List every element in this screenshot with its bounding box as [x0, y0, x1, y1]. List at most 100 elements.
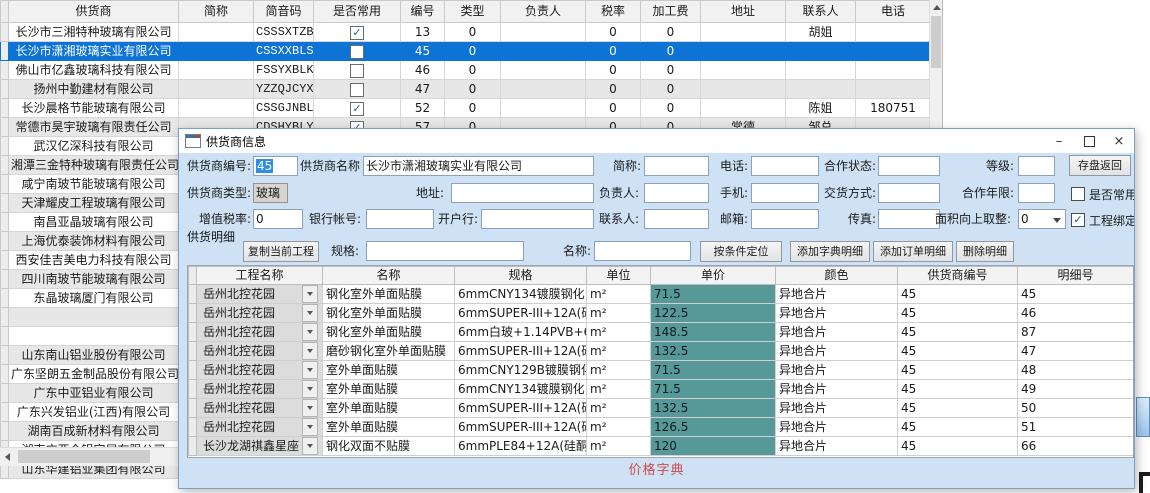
- supplier-name-cell[interactable]: [9, 327, 179, 346]
- scroll-left-icon[interactable]: [5, 453, 10, 461]
- name-filter-input[interactable]: [594, 241, 691, 261]
- row-header-cell[interactable]: [1, 384, 9, 403]
- name-cell[interactable]: 钢化室外单面贴膜: [323, 304, 455, 323]
- unit-cell[interactable]: m²: [587, 342, 651, 361]
- id-cell[interactable]: 46: [401, 61, 445, 80]
- row-header-cell[interactable]: [1, 365, 9, 384]
- manager-cell[interactable]: [501, 61, 586, 80]
- project-cell[interactable]: 岳州北控花园: [197, 285, 323, 304]
- supplier-name-cell[interactable]: [9, 308, 179, 327]
- row-header-cell[interactable]: [1, 289, 9, 308]
- detail-row-header-cell[interactable]: [189, 304, 197, 323]
- common-checkbox[interactable]: [350, 45, 364, 59]
- fee-cell[interactable]: 0: [641, 42, 701, 61]
- id-cell[interactable]: 52: [401, 99, 445, 118]
- row-header-cell[interactable]: [1, 270, 9, 289]
- name-cell[interactable]: 室外单面贴膜: [323, 399, 455, 418]
- row-header-cell[interactable]: [1, 403, 9, 422]
- code-cell[interactable]: CSSXXBLSY..: [254, 42, 314, 61]
- spec-cell[interactable]: 6mmSUPER-III+12A(硅...: [455, 418, 587, 437]
- supplier-row[interactable]: 长沙晨格节能玻璃有限公司 CSSGJNBLYXGS 52 0 0 0 陈姐 18…: [1, 99, 931, 118]
- phone-cell[interactable]: [856, 23, 931, 42]
- detail-no-cell[interactable]: 48: [1018, 361, 1134, 380]
- color-cell[interactable]: 异地合片: [776, 361, 898, 380]
- contact-cell[interactable]: [786, 61, 856, 80]
- supplier-no-cell[interactable]: 45: [898, 418, 1018, 437]
- supplier-name-cell[interactable]: 长沙市三湘特种玻璃有限公司: [9, 23, 179, 42]
- fee-cell[interactable]: 0: [641, 23, 701, 42]
- address-input[interactable]: [451, 183, 594, 203]
- detail-column-header[interactable]: 颜色: [776, 267, 898, 285]
- supplier-type-input[interactable]: 玻璃: [253, 183, 288, 203]
- common-checkbox[interactable]: [350, 102, 364, 116]
- mobile-input[interactable]: [751, 183, 819, 203]
- manager-cell[interactable]: [501, 80, 586, 99]
- detail-column-header[interactable]: 规格: [455, 267, 587, 285]
- row-header-cell[interactable]: [1, 251, 9, 270]
- spec-cell[interactable]: 6mmPLE84+12A(硅酮胶...: [455, 437, 587, 456]
- unit-price-cell[interactable]: 132.5: [651, 342, 776, 361]
- detail-row[interactable]: 长沙龙湖祺鑫星座 钢化双面不贴膜 6mmPLE84+12A(硅酮胶... m² …: [189, 437, 1134, 456]
- unit-cell[interactable]: m²: [587, 380, 651, 399]
- contact-cell[interactable]: [786, 80, 856, 99]
- contact-cell[interactable]: [786, 42, 856, 61]
- column-header[interactable]: 税率: [586, 1, 641, 23]
- id-cell[interactable]: 47: [401, 80, 445, 99]
- supplier-row[interactable]: 长沙市三湘特种玻璃有限公司 CSSSXTZBL.. 13 0 0 0 胡姐: [1, 23, 931, 42]
- detail-row-header-cell[interactable]: [189, 380, 197, 399]
- type-cell[interactable]: 0: [445, 61, 501, 80]
- save-return-button[interactable]: 存盘返回: [1069, 155, 1131, 176]
- detail-no-cell[interactable]: 45: [1018, 285, 1134, 304]
- supplier-no-cell[interactable]: 45: [898, 323, 1018, 342]
- abbr-cell[interactable]: [179, 99, 254, 118]
- supplier-name-cell[interactable]: 山东南山铝业股份有限公司: [9, 346, 179, 365]
- code-cell[interactable]: YZZQJCYXGS: [254, 80, 314, 99]
- supplier-name-cell[interactable]: 长沙晨格节能玻璃有限公司: [9, 99, 179, 118]
- project-bind-checkbox[interactable]: 工程绑定: [1071, 211, 1135, 229]
- supplier-name-cell[interactable]: 武汉亿深科技有限公司: [9, 137, 179, 156]
- common-cell[interactable]: [314, 80, 401, 99]
- project-cell[interactable]: 岳州北控花园: [197, 304, 323, 323]
- scroll-up-icon[interactable]: [933, 5, 941, 10]
- type-cell[interactable]: 0: [445, 99, 501, 118]
- detail-row-header-cell[interactable]: [189, 418, 197, 437]
- fee-cell[interactable]: 0: [641, 80, 701, 99]
- supplier-name-input[interactable]: 长沙市潇湘玻璃实业有限公司: [363, 156, 594, 176]
- copy-current-project-button[interactable]: 复制当前工程: [243, 241, 319, 262]
- detail-row[interactable]: 岳州北控花园 钢化室外单面贴膜 6mmCNY134镀膜钢化 m² 71.5 异地…: [189, 285, 1134, 304]
- coop-years-input[interactable]: [1018, 183, 1055, 203]
- detail-row-header-cell[interactable]: [189, 323, 197, 342]
- row-header-cell[interactable]: [1, 137, 9, 156]
- supplier-name-cell[interactable]: 广东中亚铝业有限公司: [9, 384, 179, 403]
- type-cell[interactable]: 0: [445, 23, 501, 42]
- project-combo-button[interactable]: [302, 361, 318, 379]
- detail-no-cell[interactable]: 51: [1018, 418, 1134, 437]
- color-cell[interactable]: 异地合片: [776, 437, 898, 456]
- abbr-cell[interactable]: [179, 42, 254, 61]
- spec-cell[interactable]: 6mm白玻+1.14PVB+6mm...: [455, 323, 587, 342]
- bank-account-input[interactable]: [366, 209, 434, 229]
- abbr-cell[interactable]: [179, 61, 254, 80]
- supplier-row[interactable]: 长沙市潇湘玻璃实业有限公司 CSSXXBLSY.. 45 0 0 0: [1, 42, 931, 61]
- supplier-no-input[interactable]: 45: [253, 156, 298, 176]
- row-header-cell[interactable]: [1, 327, 9, 346]
- common-checkbox[interactable]: [350, 83, 364, 97]
- supplier-name-cell[interactable]: 长沙市潇湘玻璃实业有限公司: [9, 42, 179, 61]
- row-header-cell[interactable]: [1, 232, 9, 251]
- unit-price-cell[interactable]: 71.5: [651, 285, 776, 304]
- supplier-no-cell[interactable]: 45: [898, 380, 1018, 399]
- abbr-input[interactable]: [644, 156, 709, 176]
- tax-cell[interactable]: 0: [586, 99, 641, 118]
- unit-price-cell[interactable]: 120: [651, 437, 776, 456]
- abbr-cell[interactable]: [179, 80, 254, 99]
- address-cell[interactable]: [701, 99, 786, 118]
- unit-cell[interactable]: m²: [587, 361, 651, 380]
- manager-cell[interactable]: [501, 99, 586, 118]
- phone-cell[interactable]: [856, 42, 931, 61]
- detail-row[interactable]: 岳州北控花园 室外单面贴膜 6mmCNY129B镀膜钢化 m² 71.5 异地合…: [189, 361, 1134, 380]
- project-combo-button[interactable]: [302, 304, 318, 322]
- column-header[interactable]: 供货商: [9, 1, 179, 23]
- delivery-input[interactable]: [878, 183, 940, 203]
- common-cell[interactable]: [314, 23, 401, 42]
- project-cell[interactable]: 岳州北控花园: [197, 380, 323, 399]
